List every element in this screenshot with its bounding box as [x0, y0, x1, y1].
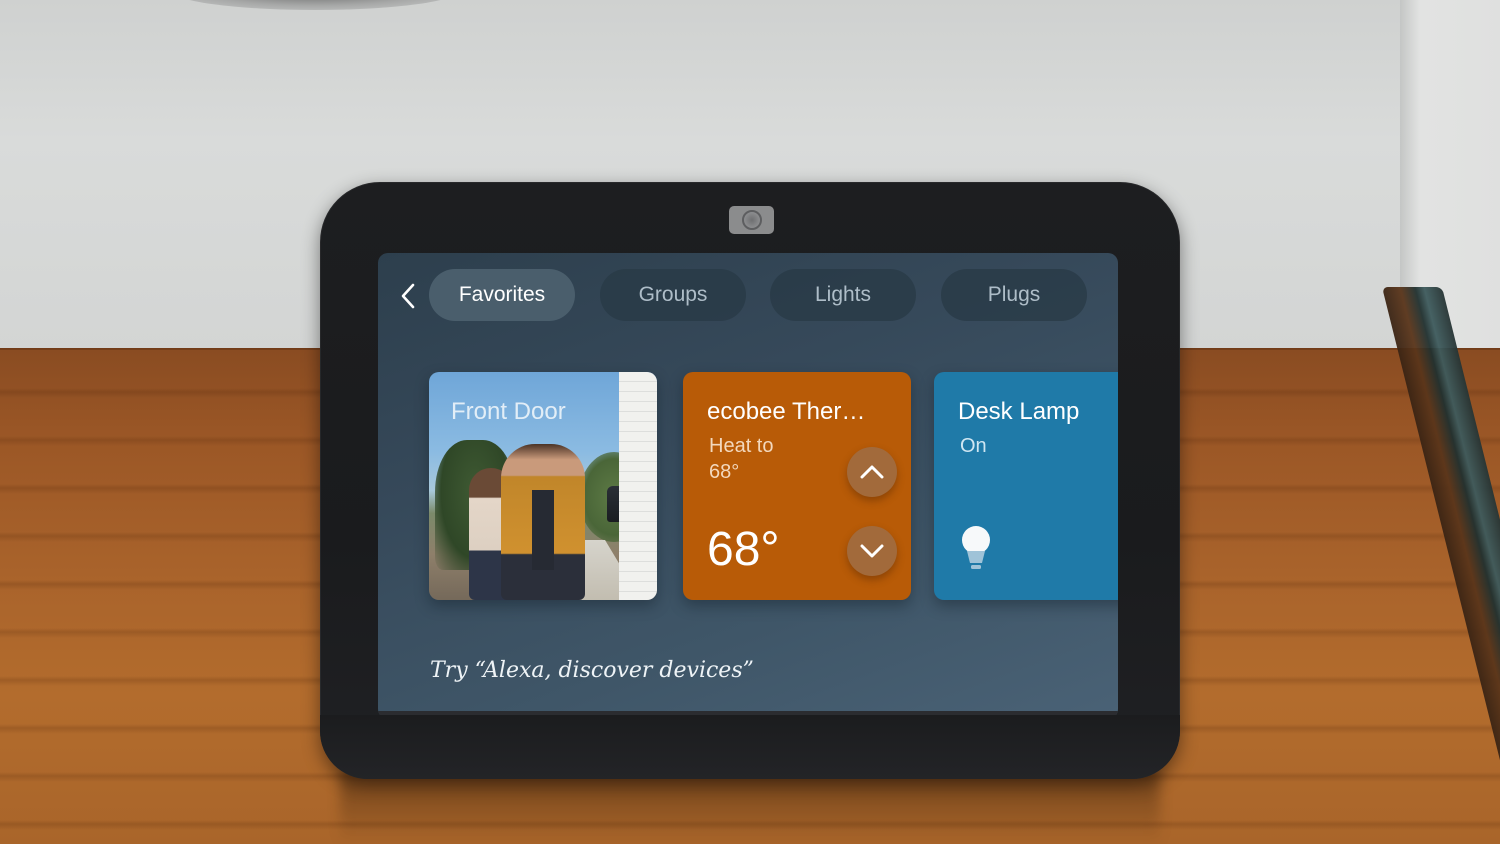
- tab-groups[interactable]: Groups: [600, 269, 746, 321]
- chevron-left-icon: [401, 283, 415, 309]
- tab-bar: Favorites Groups Lights Plugs: [378, 269, 1118, 323]
- lightbulb-icon: [962, 526, 990, 569]
- screen: Favorites Groups Lights Plugs Front Door…: [378, 253, 1118, 719]
- card-title: Front Door: [451, 398, 566, 425]
- temperature-down-button[interactable]: [847, 526, 897, 576]
- chevron-down-icon: [860, 544, 884, 558]
- tab-label: Plugs: [987, 283, 1041, 306]
- tab-favorites[interactable]: Favorites: [429, 269, 575, 321]
- tab-lights[interactable]: Lights: [770, 269, 916, 321]
- setpoint-label: Heat to: [709, 435, 774, 457]
- thermostat-card[interactable]: ecobee Ther… Heat to 68° 68°: [683, 372, 911, 600]
- device-reflection: [340, 770, 1160, 844]
- tab-label: Groups: [638, 283, 708, 306]
- voice-hint: Try “Alexa, discover devices”: [430, 658, 754, 683]
- speaker-base: [320, 715, 1180, 779]
- camera-icon: [729, 206, 774, 234]
- chevron-up-icon: [860, 465, 884, 479]
- temperature-up-button[interactable]: [847, 447, 897, 497]
- back-button[interactable]: [392, 277, 424, 315]
- thermostat-setpoint: Heat to 68°: [709, 433, 773, 485]
- card-title: Desk Lamp: [958, 398, 1080, 425]
- smart-display-device: Favorites Groups Lights Plugs Front Door…: [320, 182, 1180, 779]
- front-door-camera-card[interactable]: Front Door: [429, 372, 657, 600]
- tab-label: Lights: [814, 283, 872, 306]
- desk-lamp-card[interactable]: Desk Lamp On: [934, 372, 1118, 600]
- tab-plugs[interactable]: Plugs: [941, 269, 1087, 321]
- tab-label: Favorites: [458, 283, 546, 306]
- camera-lens: [741, 210, 762, 230]
- setpoint-value: 68°: [709, 461, 740, 483]
- feed-person-shirt: [532, 490, 554, 570]
- current-temperature: 68°: [707, 523, 780, 576]
- card-title: ecobee Ther…: [707, 398, 866, 425]
- lamp-status: On: [960, 435, 987, 457]
- feed-house-wall: [619, 372, 657, 600]
